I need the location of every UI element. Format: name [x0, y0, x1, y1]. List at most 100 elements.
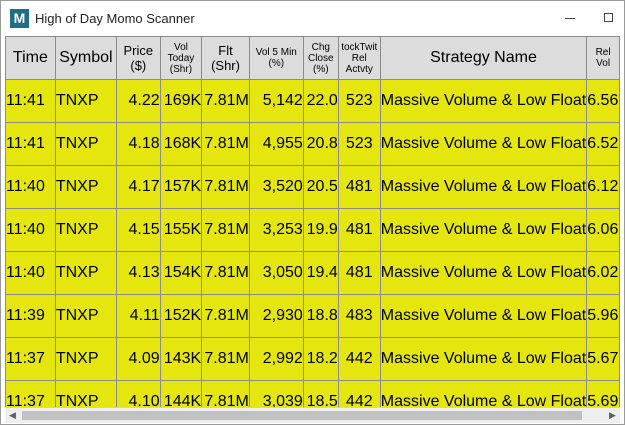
cell-strategy: Massive Volume & Low Float	[379, 294, 588, 338]
table-row[interactable]: 11:37 TNXP 4.09 143K 7.81M 2,992 18.2 442 Massiv…	[5, 337, 620, 381]
table-row[interactable]: 11:37 TNXP 4.10 144K 7.81M 3,039 18.5 442 Massiv…	[5, 380, 620, 407]
window-title: High of Day Momo Scanner	[35, 11, 195, 26]
cell-symbol: TNXP	[54, 251, 118, 295]
cell-symbol: TNXP	[54, 380, 118, 407]
cell-symbol: TNXP	[54, 79, 118, 123]
horizontal-scrollbar[interactable]: ◀ ▶	[5, 407, 620, 423]
cell-stocktwits: 481	[337, 251, 381, 295]
cell-rel-vol: 6.52	[586, 122, 620, 166]
col-header-stocktwits-label: tockTwit Rel Actvty	[341, 41, 378, 75]
cell-price: 4.13	[116, 251, 161, 295]
cell-time: 11:40	[5, 165, 56, 209]
cell-time: 11:40	[5, 251, 56, 295]
cell-stocktwits: 523	[337, 122, 381, 166]
scroll-right-icon[interactable]: ▶	[605, 408, 620, 423]
col-header-rel-vol[interactable]: Rel Vol	[586, 36, 620, 80]
cell-rel-vol: 5.67	[586, 337, 620, 381]
cell-strategy: Massive Volume & Low Float	[379, 208, 588, 252]
cell-price: 4.18	[116, 122, 161, 166]
cell-rel-vol: 6.56	[586, 79, 620, 123]
col-header-strategy[interactable]: Strategy Name	[379, 36, 588, 80]
cell-time: 11:39	[5, 294, 56, 338]
cell-chg-close: 19.4	[302, 251, 339, 295]
cell-vol-today: 152K	[159, 294, 203, 338]
cell-vol-today: 155K	[159, 208, 203, 252]
table-row[interactable]: 11:41 TNXP 4.18 168K 7.81M 4,955 20.8 523 Massiv…	[5, 122, 620, 166]
cell-rel-vol: 6.06	[586, 208, 620, 252]
cell-float: 7.81M	[201, 208, 250, 252]
cell-price: 4.11	[116, 294, 161, 338]
cell-vol-5min: 3,253	[248, 208, 304, 252]
col-header-vol-today[interactable]: Vol Today (Shr)	[159, 36, 203, 80]
cell-vol-today: 157K	[159, 165, 203, 209]
cell-vol-5min: 3,520	[248, 165, 304, 209]
cell-rel-vol: 5.96	[586, 294, 620, 338]
col-header-time[interactable]: Time	[5, 36, 56, 80]
cell-rel-vol: 6.02	[586, 251, 620, 295]
cell-chg-close: 20.5	[302, 165, 339, 209]
minimize-button[interactable]	[559, 7, 581, 29]
cell-vol-5min: 5,142	[248, 79, 304, 123]
col-header-symbol[interactable]: Symbol	[54, 36, 118, 80]
maximize-button[interactable]	[598, 7, 620, 29]
cell-float: 7.81M	[201, 294, 250, 338]
cell-chg-close: 22.0	[302, 79, 339, 123]
cell-stocktwits: 483	[337, 294, 381, 338]
cell-strategy: Massive Volume & Low Float	[379, 122, 588, 166]
cell-time: 11:37	[5, 380, 56, 407]
results-table: Time Symbol Price ($) Vol Today (Shr) Fl…	[5, 36, 620, 407]
col-header-stocktwits[interactable]: tockTwit Rel Actvty	[337, 36, 381, 80]
app-logo-icon: M	[10, 9, 29, 28]
table-row[interactable]: 11:40 TNXP 4.13 154K 7.81M 3,050 19.4 481 Massiv…	[5, 251, 620, 295]
cell-float: 7.81M	[201, 380, 250, 407]
col-header-vol-5min[interactable]: Vol 5 Min (%)	[248, 36, 304, 80]
cell-time: 11:40	[5, 208, 56, 252]
cell-price: 4.22	[116, 79, 161, 123]
col-header-chg-close[interactable]: Chg Close (%)	[302, 36, 339, 80]
cell-strategy: Massive Volume & Low Float	[379, 251, 588, 295]
scrollbar-thumb[interactable]	[22, 411, 582, 420]
col-header-price-label: Price ($)	[123, 43, 154, 73]
cell-vol-5min: 3,050	[248, 251, 304, 295]
cell-symbol: TNXP	[54, 165, 118, 209]
table-row[interactable]: 11:40 TNXP 4.17 157K 7.81M 3,520 20.5 481 Massiv…	[5, 165, 620, 209]
cell-vol-5min: 4,955	[248, 122, 304, 166]
cell-vol-5min: 2,930	[248, 294, 304, 338]
col-header-vol-today-label: Vol Today (Shr)	[167, 41, 195, 75]
cell-stocktwits: 481	[337, 165, 381, 209]
cell-rel-vol: 5.69	[586, 380, 620, 407]
cell-symbol: TNXP	[54, 122, 118, 166]
cell-chg-close: 20.8	[302, 122, 339, 166]
table-row[interactable]: 11:41 TNXP 4.22 169K 7.81M 5,142 22.0 523 Massiv…	[5, 79, 620, 123]
cell-float: 7.81M	[201, 79, 250, 123]
cell-vol-today: 168K	[159, 122, 203, 166]
col-header-price[interactable]: Price ($)	[116, 36, 161, 80]
cell-symbol: TNXP	[54, 208, 118, 252]
cell-float: 7.81M	[201, 165, 250, 209]
table-row[interactable]: 11:40 TNXP 4.15 155K 7.81M 3,253 19.9 481 Massiv…	[5, 208, 620, 252]
cell-time: 11:37	[5, 337, 56, 381]
cell-time: 11:41	[5, 79, 56, 123]
table-row[interactable]: 11:39 TNXP 4.11 152K 7.81M 2,930 18.8 483 Massiv…	[5, 294, 620, 338]
scroll-left-icon[interactable]: ◀	[5, 408, 20, 423]
cell-vol-today: 169K	[159, 79, 203, 123]
cell-stocktwits: 442	[337, 337, 381, 381]
cell-price: 4.15	[116, 208, 161, 252]
cell-float: 7.81M	[201, 251, 250, 295]
cell-strategy: Massive Volume & Low Float	[379, 380, 588, 407]
cell-chg-close: 18.5	[302, 380, 339, 407]
cell-stocktwits: 523	[337, 79, 381, 123]
cell-float: 7.81M	[201, 122, 250, 166]
cell-chg-close: 19.9	[302, 208, 339, 252]
title-bar[interactable]: M High of Day Momo Scanner	[1, 1, 624, 35]
col-header-float[interactable]: Flt (Shr)	[201, 36, 250, 80]
cell-strategy: Massive Volume & Low Float	[379, 165, 588, 209]
cell-strategy: Massive Volume & Low Float	[379, 79, 588, 123]
cell-vol-today: 154K	[159, 251, 203, 295]
cell-vol-5min: 3,039	[248, 380, 304, 407]
cell-vol-today: 144K	[159, 380, 203, 407]
cell-vol-today: 143K	[159, 337, 203, 381]
cell-price: 4.09	[116, 337, 161, 381]
scanner-grid: Time Symbol Price ($) Vol Today (Shr) Fl…	[5, 36, 620, 407]
col-header-vol-5min-label: Vol 5 Min (%)	[255, 47, 297, 69]
